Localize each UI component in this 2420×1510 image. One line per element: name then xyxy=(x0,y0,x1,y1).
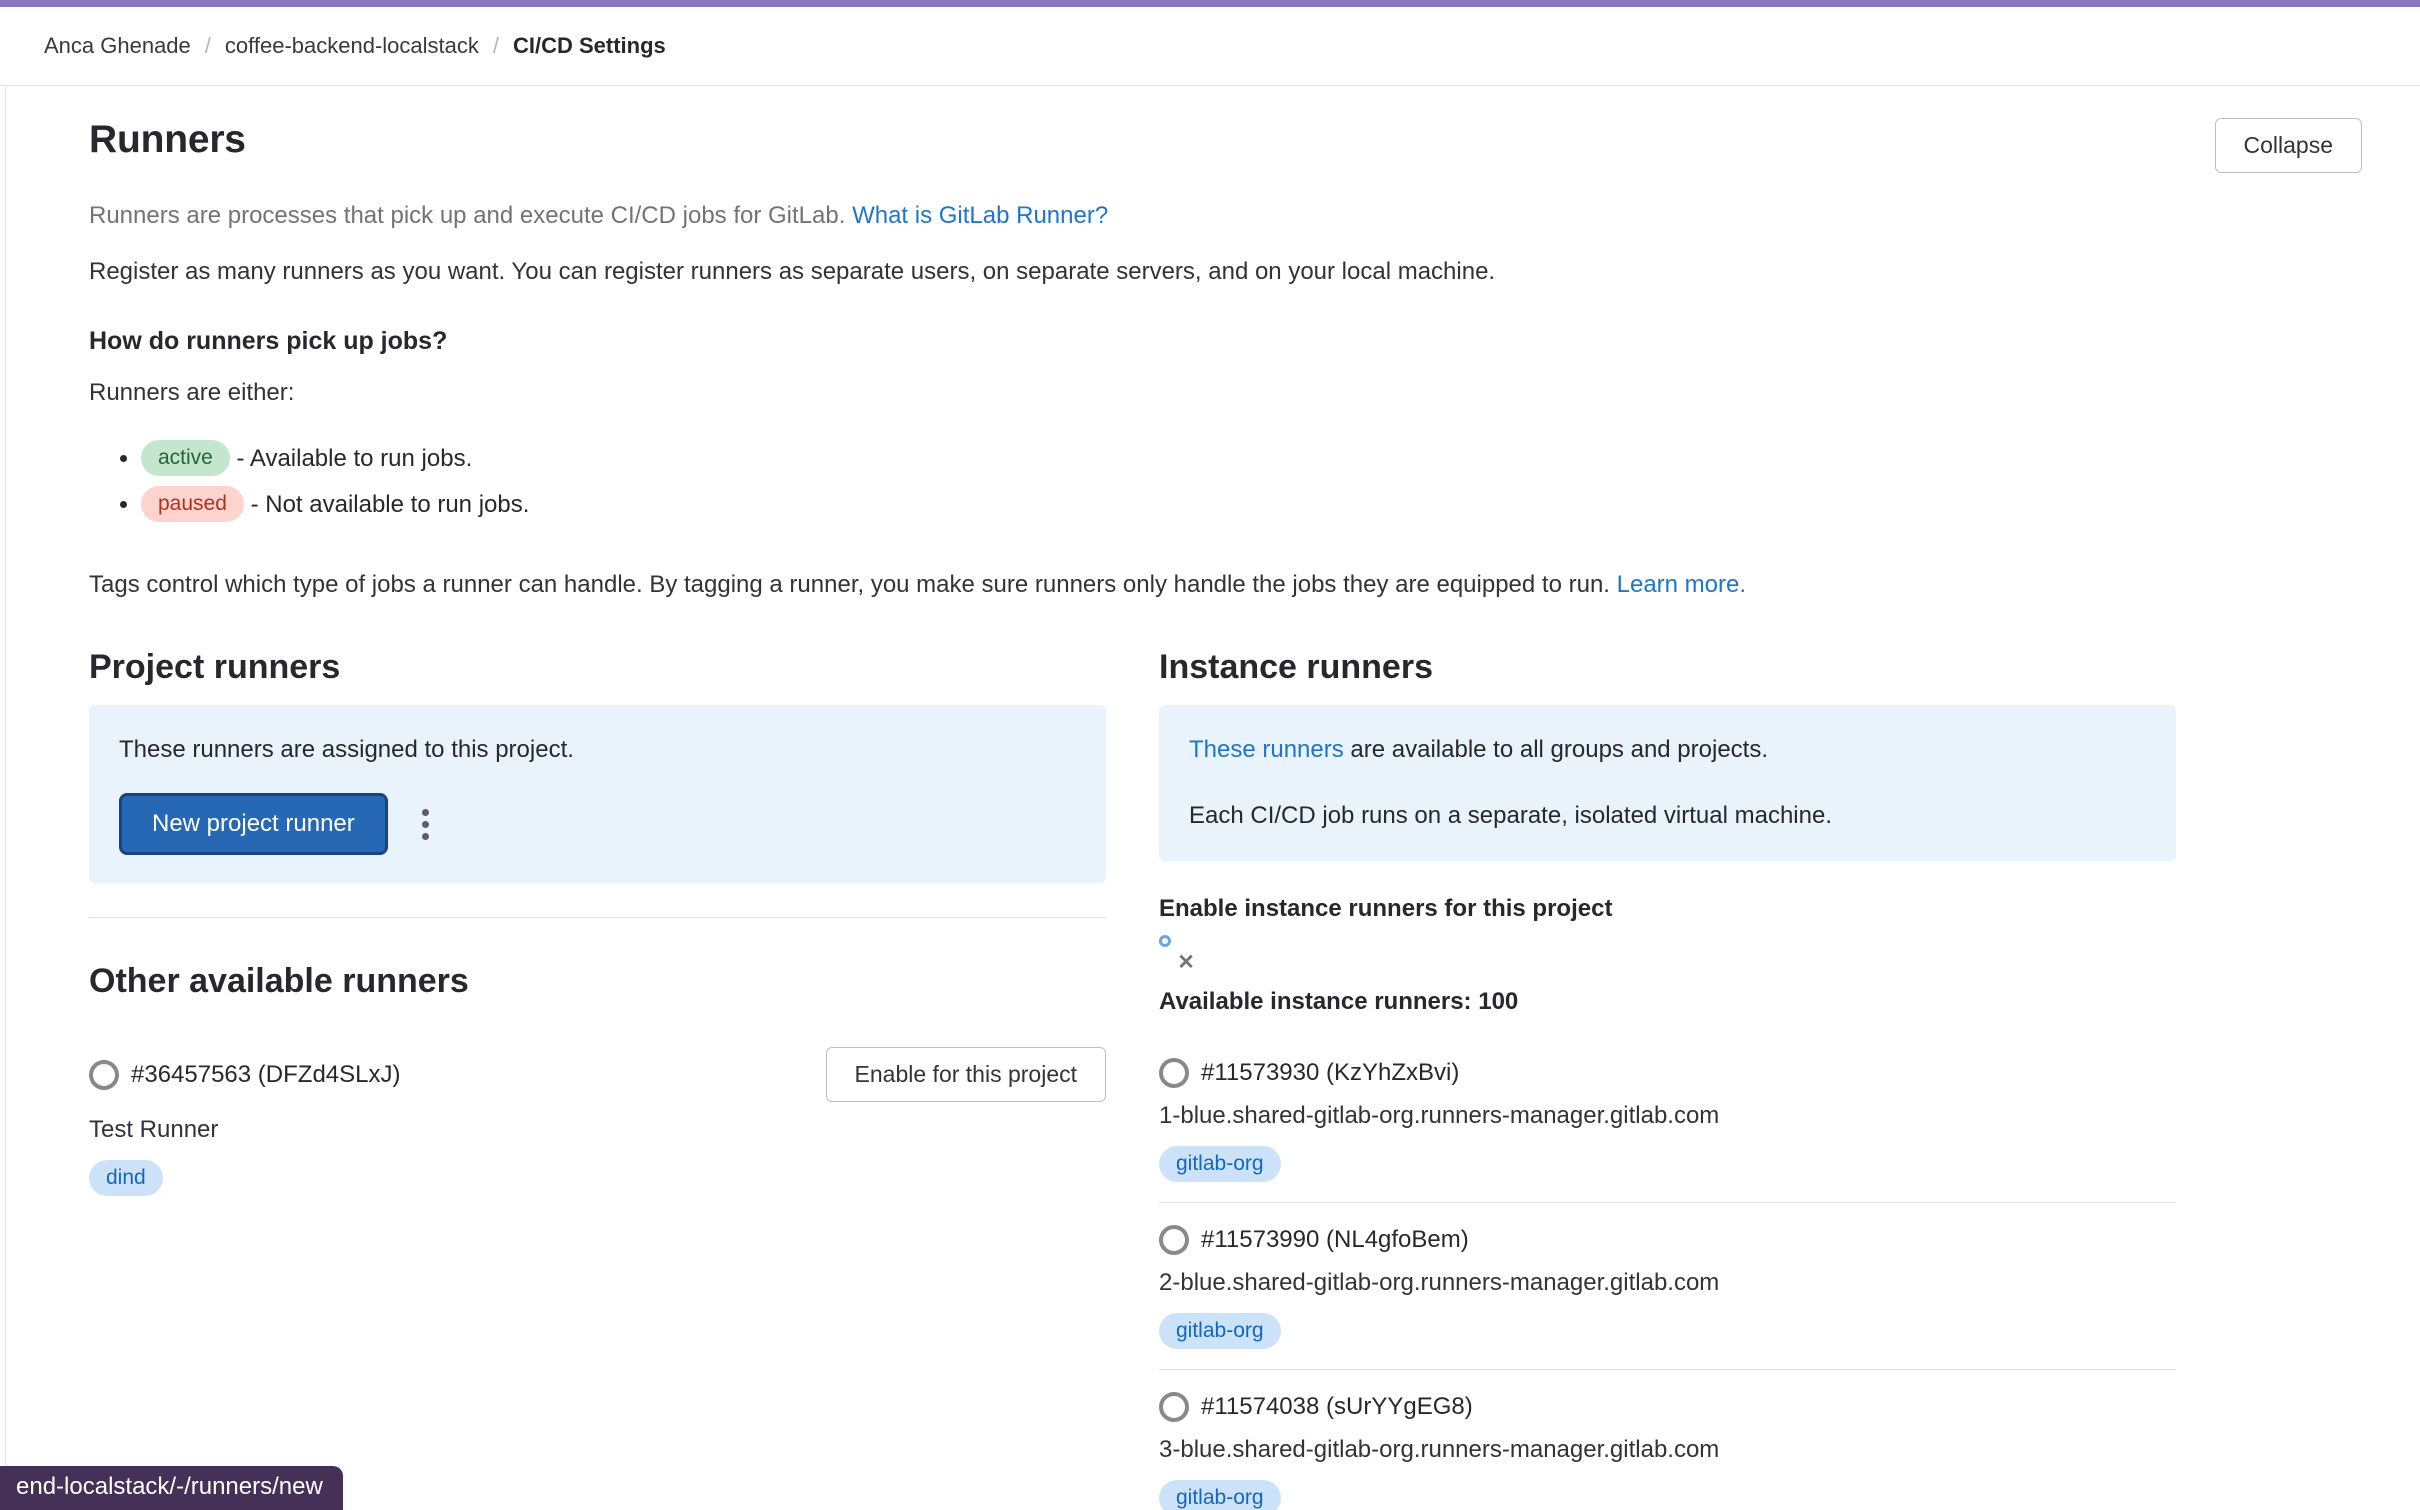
instance-runner-list: #11573930 (KzYhZxBvi) 1-blue.shared-gitl… xyxy=(1159,1036,2176,1510)
collapse-button[interactable]: Collapse xyxy=(2215,118,2363,173)
runner-id: #11574038 (sUrYYgEG8) xyxy=(1201,1393,1473,1421)
runner-host: 2-blue.shared-gitlab-org.runners-manager… xyxy=(1159,1269,2176,1297)
register-text: Register as many runners as you want. Yo… xyxy=(89,255,2362,289)
runner-status-list: active - Available to run jobs. paused -… xyxy=(141,436,2362,528)
instance-runners-panel: These runners are available to all group… xyxy=(1159,705,2176,861)
runner-host: 3-blue.shared-gitlab-org.runners-manager… xyxy=(1159,1436,2176,1464)
instance-panel-text2: Each CI/CD job runs on a separate, isola… xyxy=(1189,799,2146,833)
paused-status-text: - Not available to run jobs. xyxy=(251,491,530,518)
runner-status-icon xyxy=(1159,1058,1189,1088)
tags-description-text: Tags control which type of jobs a runner… xyxy=(89,571,1610,598)
runner-status-icon xyxy=(1159,1225,1189,1255)
breadcrumb-user[interactable]: Anca Ghenade xyxy=(44,33,191,59)
runner-host: 1-blue.shared-gitlab-org.runners-manager… xyxy=(1159,1102,2176,1130)
instance-panel-text-rest: are available to all groups and projects… xyxy=(1344,736,1768,763)
list-item: active - Available to run jobs. xyxy=(141,436,2362,482)
settings-content: Runners Collapse Runners are processes t… xyxy=(5,86,2420,1510)
theme-accent-bar xyxy=(0,0,2420,7)
enable-instance-runners-heading: Enable instance runners for this project xyxy=(1159,895,2176,923)
runner-tag-badge: dind xyxy=(89,1160,163,1196)
active-status-text: - Available to run jobs. xyxy=(237,445,473,472)
runner-id: #11573990 (NL4gfoBem) xyxy=(1201,1226,1469,1254)
breadcrumb: Anca Ghenade / coffee-backend-localstack… xyxy=(44,33,666,59)
vertical-ellipsis-icon[interactable] xyxy=(414,799,437,850)
available-instance-runners-heading: Available instance runners: 100 xyxy=(1159,988,2176,1016)
how-runners-pick-up-jobs-heading: How do runners pick up jobs? xyxy=(89,327,2362,356)
page-title: Runners xyxy=(89,118,246,162)
instance-runners-panel-text: These runners are available to all group… xyxy=(1189,733,2146,767)
toggle-off-cross-icon: ✕ xyxy=(1169,945,1203,979)
available-runner-row: #36457563 (DFZd4SLxJ) Enable for this pr… xyxy=(89,1047,1106,1102)
runner-tag-badge: gitlab-org xyxy=(1159,1313,1281,1349)
runner-status-icon xyxy=(89,1060,119,1090)
runner-status-icon xyxy=(1159,1392,1189,1422)
runner-id: #11573930 (KzYhZxBvi) xyxy=(1201,1059,1459,1087)
enable-for-this-project-button[interactable]: Enable for this project xyxy=(826,1047,1106,1102)
paused-status-badge: paused xyxy=(141,486,244,522)
learn-more-link[interactable]: Learn more. xyxy=(1617,571,1746,598)
breadcrumb-bar: Anca Ghenade / coffee-backend-localstack… xyxy=(0,7,2420,86)
runner-tag-badge: gitlab-org xyxy=(1159,1146,1281,1182)
breadcrumb-separator: / xyxy=(205,33,211,59)
section-divider xyxy=(89,917,1106,918)
runner-tag-badge: gitlab-org xyxy=(1159,1480,1281,1510)
instance-runner-row: #11574038 (sUrYYgEG8) 3-blue.shared-gitl… xyxy=(1159,1370,2176,1510)
project-runners-panel: These runners are assigned to this proje… xyxy=(89,705,1106,883)
active-status-badge: active xyxy=(141,440,230,476)
runner-description: Test Runner xyxy=(89,1116,1106,1144)
project-runners-section: Project runners These runners are assign… xyxy=(89,648,1106,1510)
runner-id: #36457563 (DFZd4SLxJ) xyxy=(131,1061,400,1089)
runners-intro: Runners are processes that pick up and e… xyxy=(89,199,2362,233)
instance-runners-toggle[interactable]: ✕ xyxy=(1159,935,1171,947)
project-runners-panel-text: These runners are assigned to this proje… xyxy=(119,733,1076,767)
new-project-runner-button[interactable]: New project runner xyxy=(119,793,388,855)
project-runners-heading: Project runners xyxy=(89,648,1106,687)
instance-runner-row: #11573930 (KzYhZxBvi) 1-blue.shared-gitl… xyxy=(1159,1036,2176,1203)
what-is-gitlab-runner-link[interactable]: What is GitLab Runner? xyxy=(852,202,1108,229)
runners-intro-text: Runners are processes that pick up and e… xyxy=(89,202,845,229)
instance-runners-section: Instance runners These runners are avail… xyxy=(1159,648,2176,1510)
breadcrumb-project[interactable]: coffee-backend-localstack xyxy=(225,33,479,59)
other-available-runners-heading: Other available runners xyxy=(89,962,1106,1001)
instance-runners-heading: Instance runners xyxy=(1159,648,2176,687)
breadcrumb-current-page: CI/CD Settings xyxy=(513,33,666,59)
breadcrumb-separator: / xyxy=(493,33,499,59)
instance-runner-row: #11573990 (NL4gfoBem) 2-blue.shared-gitl… xyxy=(1159,1203,2176,1370)
these-runners-link[interactable]: These runners xyxy=(1189,736,1344,763)
link-url-status-tooltip: end-localstack/-/runners/new xyxy=(0,1466,343,1510)
list-item: paused - Not available to run jobs. xyxy=(141,482,2362,528)
tags-description: Tags control which type of jobs a runner… xyxy=(89,568,2362,602)
runners-are-either-text: Runners are either: xyxy=(89,376,2362,410)
